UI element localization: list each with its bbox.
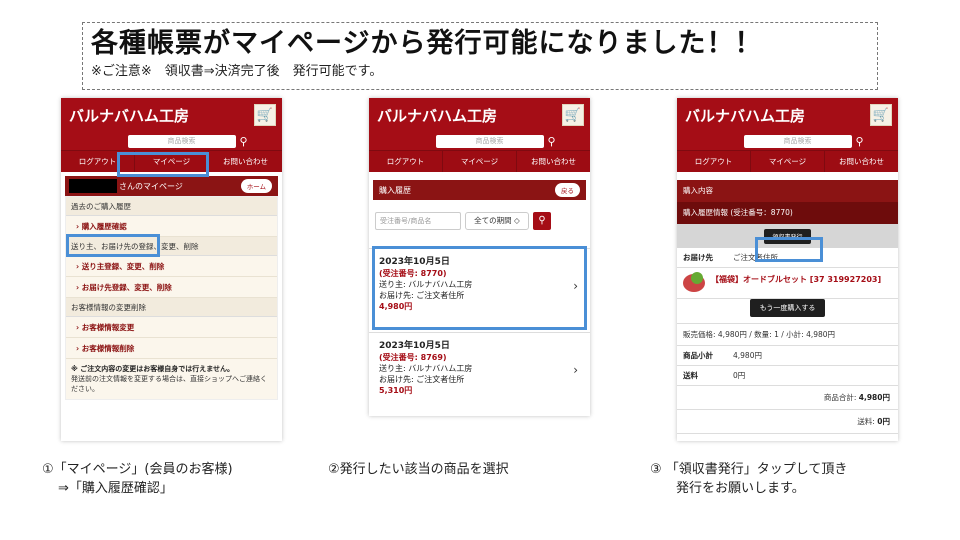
ship-total-value: 0円 [877, 417, 890, 426]
highlight-mypage [117, 152, 209, 177]
product-name[interactable]: 【福袋】オードブルセット [37 319927203] [711, 274, 881, 292]
announcement-banner: 各種帳票がマイページから発行可能になりました！！ ※ご注意※ 領収書⇒決済完了後… [82, 22, 878, 90]
mypage-menu: 過去のご購入履歴 › 購入履歴確認 送り主、お届け先の登録、変更、削除 › 送り… [65, 196, 278, 400]
caption-step3-line2: 発行をお願いします。 [676, 481, 805, 496]
section-title: 購入内容 [677, 180, 898, 202]
period-select[interactable]: 全ての期間 ◇ [465, 212, 529, 230]
nav-contact[interactable]: お問い合わせ [517, 151, 590, 172]
search-input[interactable]: 商品検索 [127, 134, 236, 148]
total-value: 4,980円 [858, 393, 890, 402]
banner-title: 各種帳票がマイページから発行可能になりました！！ [91, 28, 763, 59]
cart-icon[interactable]: 🛒 [870, 104, 892, 126]
caption-step1: ①「マイページ」(会員のお客様) ⇒「購入履歴確認」 [42, 460, 233, 498]
search-icon[interactable]: ⚲ [548, 135, 562, 148]
order-destination: お届け先: ご注文者住所 [379, 375, 465, 384]
screenshot-mypage: バルナバハム工房 🛒 商品検索 ⚲ ログアウト マイページ お問い合わせ さんの… [61, 98, 282, 441]
main-nav: ログアウト マイページ お問い合わせ [677, 150, 898, 172]
product-row: 【福袋】オードブルセット [37 319927203] [677, 268, 898, 299]
back-button[interactable]: 戻る [555, 183, 580, 197]
destination-label: お届け先 [683, 253, 713, 262]
screenshot-order-history: バルナバハム工房 🛒 商品検索 ⚲ ログアウト マイページ お問い合わせ 購入履… [369, 98, 590, 416]
site-header: バルナバハム工房 🛒 [677, 98, 898, 132]
caption-step3: ③ 「領収書発行」タップして頂き 発行をお願いします。 [650, 460, 847, 498]
highlight-history-link [66, 234, 160, 257]
nav-mypage[interactable]: マイページ [751, 151, 825, 172]
banner-subtitle: ※ご注意※ 領収書⇒決済完了後 発行可能です。 [91, 64, 383, 79]
subtotal-value: 4,980円 [733, 351, 762, 360]
total-row: 商品合計: 4,980円 [677, 386, 898, 410]
notice-text: ※ ご注文内容の変更はお客様自身では行えません。 発送前の注文情報を変更する場合… [66, 359, 277, 399]
ship-total-row: 送料: 0円 [677, 410, 898, 434]
nav-logout[interactable]: ログアウト [369, 151, 443, 172]
shipping-row: 送料 0円 [677, 366, 898, 386]
nav-contact[interactable]: お問い合わせ [209, 151, 282, 172]
caption-step2: ②発行したい該当の商品を選択 [328, 462, 509, 477]
cart-icon[interactable]: 🛒 [562, 104, 584, 126]
nav-contact[interactable]: お問い合わせ [825, 151, 898, 172]
brand-logo[interactable]: バルナバハム工房 [377, 105, 497, 126]
search-icon[interactable]: ⚲ [533, 212, 551, 230]
chevron-right-icon: › [573, 363, 578, 377]
search-icon[interactable]: ⚲ [240, 135, 254, 148]
link-sender-edit[interactable]: › 送り主登録、変更、削除 [66, 256, 277, 277]
ship-total-label: 送料: [857, 417, 878, 426]
highlight-order [372, 246, 587, 330]
nav-mypage[interactable]: マイページ [443, 151, 517, 172]
history-title: 購入履歴 [379, 185, 411, 195]
history-header: 購入履歴 戻る [373, 180, 586, 200]
screenshot-order-detail: バルナバハム工房 🛒 商品検索 ⚲ ログアウト マイページ お問い合わせ 購入内… [677, 98, 898, 441]
notice-bold: ※ ご注文内容の変更はお客様自身では行えません。 [71, 365, 235, 373]
total-label: 商品合計: [823, 393, 859, 402]
order-sender: 送り主: バルナバハム工房 [379, 364, 473, 373]
order-date: 2023年10月5日 [379, 341, 450, 351]
section-customer-info: お客様情報の変更削除 [66, 298, 277, 317]
section-purchase-history: 過去のご購入履歴 [66, 197, 277, 216]
caption-step1-line2: ⇒「購入履歴確認」 [58, 481, 173, 496]
search-icon[interactable]: ⚲ [856, 135, 870, 148]
brand-logo[interactable]: バルナバハム工房 [685, 105, 805, 126]
mypage-header: さんのマイページ ホーム [65, 176, 278, 196]
search-bar: 商品検索 ⚲ [369, 132, 590, 150]
search-input[interactable]: 商品検索 [743, 134, 852, 148]
price-summary: 販売価格: 4,980円 / 数量: 1 / 小計: 4,980円 [677, 324, 898, 346]
order-filters: 受注番号/商品名 全ての期間 ◇ ⚲ [369, 200, 590, 242]
redacted-name [69, 179, 117, 193]
link-customer-edit[interactable]: › お客様情報変更 [66, 317, 277, 338]
caption-step3-line1: ③ 「領収書発行」タップして頂き [650, 462, 848, 477]
caption-step1-line1: ①「マイページ」(会員のお客様) [42, 462, 233, 477]
order-price: 5,310円 [379, 386, 413, 395]
order-item[interactable]: 2023年10月5日 (受注番号: 8769) 送り主: バルナバハム工房 お届… [369, 332, 590, 416]
site-header: バルナバハム工房 🛒 [369, 98, 590, 132]
order-number: (受注番号: 8769) [379, 353, 447, 362]
link-destination-edit[interactable]: › お届け先登録、変更、削除 [66, 277, 277, 298]
notice-body: 発送前の注文情報を変更する場合は、直接ショップへご連絡ください。 [71, 375, 267, 393]
buy-again-button[interactable]: もう一度購入する [749, 299, 826, 317]
cart-icon[interactable]: 🛒 [254, 104, 276, 126]
order-search-input[interactable]: 受注番号/商品名 [375, 212, 461, 230]
shipping-value: 0円 [733, 371, 746, 380]
search-input[interactable]: 商品検索 [435, 134, 544, 148]
subtotal-row: 商品小計 4,980円 [677, 346, 898, 366]
site-header: バルナバハム工房 🛒 [61, 98, 282, 132]
history-info: 購入履歴情報 (受注番号：8770) [677, 202, 898, 224]
search-bar: 商品検索 ⚲ [677, 132, 898, 150]
nav-logout[interactable]: ログアウト [677, 151, 751, 172]
subtotal-label: 商品小計 [683, 351, 713, 360]
highlight-receipt [755, 237, 823, 262]
mypage-title: さんのマイページ [119, 181, 183, 191]
product-thumbnail[interactable] [683, 272, 705, 292]
home-button[interactable]: ホーム [240, 179, 272, 193]
shipping-label: 送料 [683, 371, 698, 380]
search-bar: 商品検索 ⚲ [61, 132, 282, 150]
link-customer-delete[interactable]: › お客様情報削除 [66, 338, 277, 359]
main-nav: ログアウト マイページ お問い合わせ [369, 150, 590, 172]
brand-logo[interactable]: バルナバハム工房 [69, 105, 189, 126]
